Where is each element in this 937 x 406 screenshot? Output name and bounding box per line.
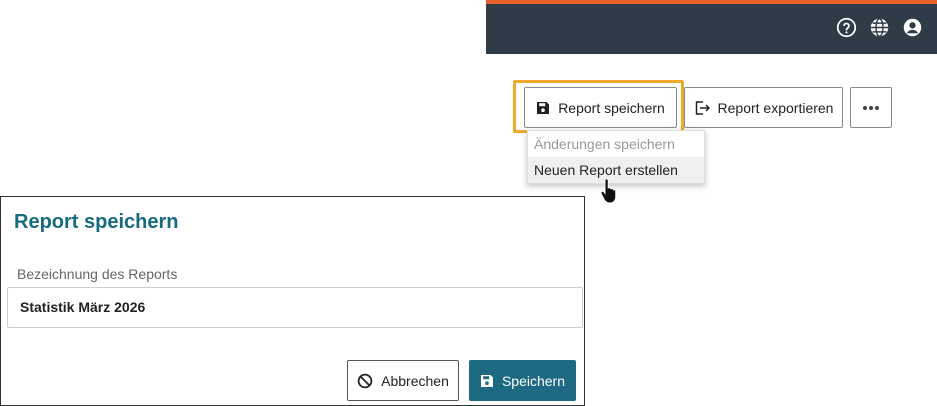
globe-icon[interactable] [869,17,890,38]
menu-item-save-changes: Änderungen speichern [534,136,675,152]
header-accent-strip [486,0,937,4]
cancel-button-label: Abbrechen [381,372,449,389]
save-report-dialog: Report speichern Bezeichnung des Reports… [0,196,585,406]
dialog-title: Report speichern [14,211,179,233]
export-icon [694,100,710,116]
app-header [486,0,937,54]
report-name-label: Bezeichnung des Reports [17,266,178,282]
cancel-circle-icon [357,373,373,389]
header-icons [836,17,923,38]
report-save-button-label: Report speichern [558,99,665,116]
save-button-label: Speichern [501,372,566,389]
report-name-input[interactable]: Statistik März 2026 [7,287,583,328]
hand-pointer-icon [600,178,618,209]
save-button[interactable]: Speichern [469,360,576,401]
report-save-button[interactable]: Report speichern [524,87,677,128]
more-options-button[interactable] [850,87,892,128]
cancel-button[interactable]: Abbrechen [347,360,459,401]
report-export-button[interactable]: Report exportieren [684,87,843,128]
save-dropdown-menu: Änderungen speichern Neuen Report erstel… [527,130,705,184]
floppy-disk-icon [480,374,494,388]
report-export-button-label: Report exportieren [717,99,834,116]
floppy-disk-icon [536,101,550,115]
account-circle-icon[interactable] [902,17,923,38]
help-circle-icon[interactable] [836,17,857,38]
more-horizontal-icon [862,105,880,111]
